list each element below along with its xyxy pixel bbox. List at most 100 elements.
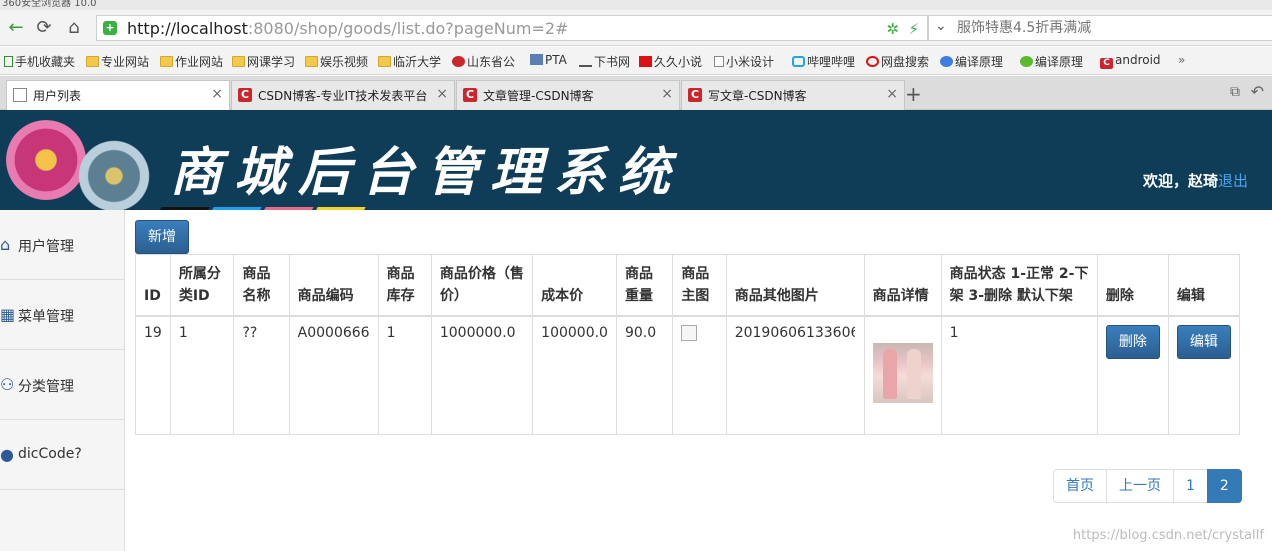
bookmark-item[interactable]: 小米设计 (714, 53, 774, 70)
column-header: 商品名称 (233, 254, 290, 317)
back-icon[interactable]: ← (4, 16, 28, 40)
table-row: 19 1 ?? A0000666 1 1000000.0 100000.0 90… (135, 315, 1241, 435)
bookmark-item[interactable]: 临沂大学 (378, 53, 441, 70)
address-url[interactable]: http://localhost:8080/shop/goods/list.do… (127, 19, 568, 38)
column-header: 所属分类ID (169, 254, 235, 317)
sidebar-item-diccode[interactable]: ● dicCode? (0, 420, 124, 490)
lightning-icon[interactable]: ⚡ (908, 20, 919, 38)
search-box[interactable]: ⌄ (928, 15, 1272, 41)
page-icon (13, 88, 27, 102)
prev-page-button[interactable]: 上一页 (1106, 469, 1174, 503)
cell-id: 19 (135, 315, 171, 435)
add-button[interactable]: 新增 (135, 220, 189, 254)
first-page-button[interactable]: 首页 (1053, 469, 1107, 503)
bookmark-item[interactable]: 手机收藏夹 (4, 53, 75, 70)
pagination: 首页 上一页 1 2 (1053, 469, 1242, 503)
column-header: 删除 (1096, 254, 1169, 317)
phone-icon (4, 56, 13, 67)
bookmark-item[interactable]: 娱乐视频 (305, 53, 368, 70)
home-icon[interactable]: ⌂ (62, 16, 86, 40)
bookmark-item[interactable]: 编译原理 (940, 53, 1003, 70)
flower-decoration (6, 120, 86, 200)
folder-icon (160, 56, 173, 67)
broken-image-icon (681, 325, 698, 341)
edit-button[interactable]: 编辑 (1176, 325, 1231, 359)
folder-icon (232, 56, 245, 67)
flower-decoration (78, 140, 150, 210)
close-icon[interactable]: × (661, 86, 673, 102)
tab-label: 文章管理-CSDN博客 (483, 89, 594, 103)
column-header: 成本价 (532, 254, 617, 317)
search-input[interactable] (957, 18, 1257, 38)
sidebar-item-users[interactable]: ⌂ 用户管理 (0, 210, 124, 280)
cell-status: 1 (940, 315, 1098, 435)
close-icon[interactable]: × (211, 86, 223, 102)
restore-tabs-icon[interactable]: ⧉ (1230, 84, 1240, 100)
cell-code: A0000666 (288, 315, 379, 435)
other-images-text: 20190606133606_ (734, 325, 855, 341)
bookmark-item[interactable]: 久久小说 (639, 53, 702, 70)
chevron-down-icon[interactable]: ⌄ (935, 18, 947, 34)
refresh-icon[interactable]: ⟳ (32, 16, 56, 40)
tab-article-manage[interactable]: C 文章管理-CSDN博客 × (456, 80, 680, 110)
search-icon (866, 56, 879, 67)
column-header: ID (135, 254, 171, 317)
welcome-text: 欢迎，赵琦退出 (1143, 170, 1248, 191)
column-header: 商品价格（售价） (430, 254, 534, 317)
delete-button[interactable]: 删除 (1105, 325, 1160, 359)
address-bar[interactable]: + http://localhost:8080/shop/goods/list.… (96, 15, 928, 41)
sidebar-item-label: dicCode? (18, 446, 82, 462)
sidebar-item-categories[interactable]: ⚇ 分类管理 (0, 350, 124, 420)
grid-icon: ▦ (0, 305, 16, 324)
pta-icon (530, 54, 543, 65)
logout-link[interactable]: 退出 (1218, 172, 1248, 190)
tab-write-article[interactable]: C 写文章-CSDN博客 × (681, 80, 905, 110)
tab-csdn-home[interactable]: C CSDN博客-专业IT技术发表平台 × (231, 80, 455, 110)
column-header: 商品编码 (288, 254, 379, 317)
baidu-icon (940, 56, 953, 67)
column-header: 商品库存 (377, 254, 432, 317)
bookmark-item[interactable]: PTA (530, 53, 567, 67)
bookmarks-bar: 手机收藏夹 专业网站 作业网站 网课学习 娱乐视频 临沂大学 山东省公 PTA … (0, 47, 1272, 75)
new-tab-icon[interactable]: + (905, 82, 922, 106)
browser-navbar: ← ⟳ ⌂ + http://localhost:8080/shop/goods… (0, 10, 1272, 46)
bookmark-item[interactable]: 哔哩哔哩 (792, 53, 855, 70)
csdn-icon: C (238, 88, 252, 102)
column-header: 编辑 (1167, 254, 1241, 317)
more-bookmarks-icon[interactable]: » (1178, 53, 1185, 67)
cell-weight: 90.0 (615, 315, 674, 435)
bookmark-item[interactable]: Candroid (1100, 53, 1161, 69)
bookmark-item[interactable]: 网盘搜索 (866, 53, 929, 70)
tab-user-list[interactable]: 用户列表 × (6, 80, 230, 110)
cell-cost: 100000.0 (532, 315, 617, 435)
close-icon[interactable]: × (436, 86, 448, 102)
speed-icon[interactable]: ✲ (886, 20, 899, 38)
security-shield-icon: + (103, 21, 117, 35)
nine-icon (639, 56, 652, 67)
tab-label: 写文章-CSDN博客 (708, 89, 807, 103)
bookmark-item[interactable]: 网课学习 (232, 53, 295, 70)
home-icon: ⌂ (0, 235, 11, 254)
page-button-1[interactable]: 1 (1173, 469, 1208, 503)
page-icon (714, 56, 724, 67)
bookmark-item[interactable]: 专业网站 (86, 53, 149, 70)
bookmark-item[interactable]: 山东省公 (452, 53, 515, 70)
bilibili-icon (792, 56, 805, 67)
book-icon (579, 56, 592, 67)
cell-detail (863, 315, 942, 435)
cell-stock: 1 (377, 315, 432, 435)
page-button-2[interactable]: 2 (1206, 469, 1242, 503)
bookmark-item[interactable]: 编译原理 (1020, 53, 1083, 70)
cell-name: ?? (233, 315, 290, 435)
bookmark-item[interactable]: 作业网站 (160, 53, 223, 70)
bookmark-item[interactable]: 下书网 (579, 53, 630, 70)
color-stripes (158, 202, 460, 210)
column-header: 商品重量 (615, 254, 674, 317)
sidebar-item-label: 用户管理 (18, 239, 74, 255)
sidebar-item-menus[interactable]: ▦ 菜单管理 (0, 280, 124, 350)
undo-close-icon[interactable]: ↶ (1251, 82, 1264, 101)
close-icon[interactable]: × (886, 86, 898, 102)
product-detail-image (872, 343, 933, 403)
table-header-row: ID 所属分类ID 商品名称 商品编码 商品库存 商品价格（售价） 成本价 商品… (135, 254, 1241, 317)
cell-price: 1000000.0 (430, 315, 534, 435)
